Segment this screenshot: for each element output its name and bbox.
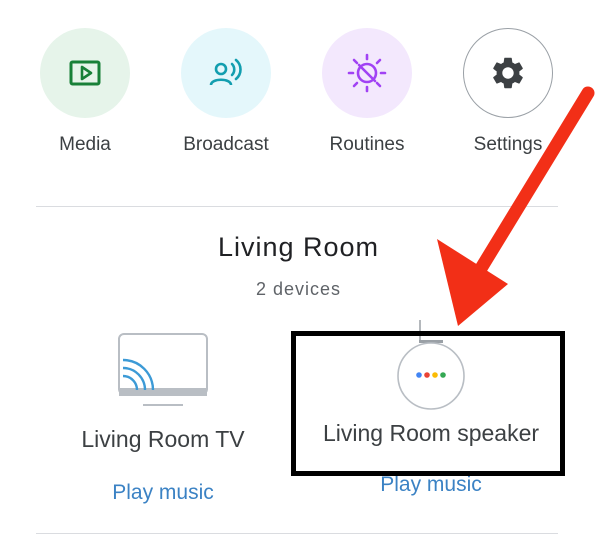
media-circle[interactable] bbox=[40, 28, 130, 118]
gear-icon bbox=[493, 57, 523, 89]
shortcut-media[interactable]: Media bbox=[15, 28, 155, 156]
bottom-divider bbox=[36, 533, 558, 534]
shortcut-label-routines: Routines bbox=[329, 134, 405, 155]
play-music-speaker-link[interactable]: Play music bbox=[300, 473, 562, 497]
broadcast-circle[interactable] bbox=[181, 28, 271, 118]
tv-cast-icon bbox=[118, 333, 208, 406]
play-music-tv-link[interactable]: Play music bbox=[32, 481, 294, 505]
shortcut-label-settings: Settings bbox=[473, 134, 543, 155]
media-icon bbox=[69, 60, 101, 86]
device-living-room-tv[interactable]: Living Room TV Play music bbox=[32, 330, 294, 505]
room-device-count: 2 devices bbox=[255, 279, 342, 299]
device-name-tv: Living Room TV bbox=[81, 426, 245, 452]
settings-circle[interactable] bbox=[463, 28, 553, 118]
highlight-box bbox=[291, 331, 565, 476]
shortcut-routines[interactable]: Routines bbox=[297, 28, 437, 156]
shortcut-label-media: Media bbox=[59, 134, 111, 155]
broadcast-icon bbox=[209, 58, 242, 86]
shortcut-settings[interactable]: Settings bbox=[438, 28, 578, 156]
room-title: Living Room bbox=[217, 232, 380, 262]
shortcut-broadcast[interactable]: Broadcast bbox=[156, 28, 296, 156]
top-divider bbox=[36, 206, 558, 207]
shortcut-label-broadcast: Broadcast bbox=[183, 134, 269, 155]
routines-icon bbox=[347, 53, 387, 93]
routines-circle[interactable] bbox=[322, 28, 412, 118]
